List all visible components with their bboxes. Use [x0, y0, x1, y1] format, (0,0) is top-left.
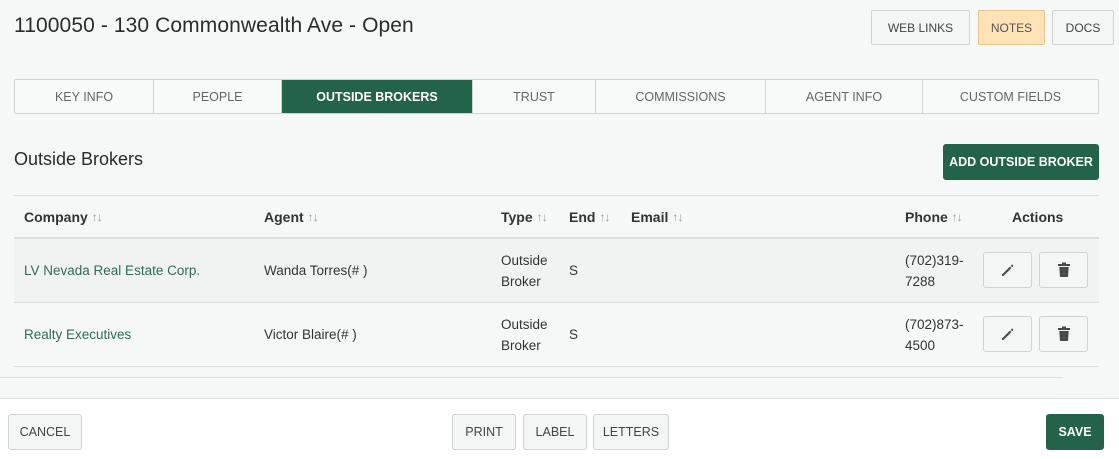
sort-icon: ↑↓: [307, 209, 319, 224]
tab-bar: KEY INFO PEOPLE OUTSIDE BROKERS TRUST CO…: [14, 79, 1099, 114]
column-header-actions: Actions: [1012, 208, 1064, 225]
sort-icon: ↑↓: [951, 209, 963, 224]
agent-cell: Victor Blaire(# ): [264, 327, 357, 342]
sort-icon: ↑↓: [672, 209, 683, 224]
column-header-agent[interactable]: Agent ↑↓: [264, 196, 319, 237]
tab-commissions[interactable]: COMMISSIONS: [596, 80, 766, 113]
type-cell: Outside Broker: [501, 252, 548, 289]
tab-key-info[interactable]: KEY INFO: [15, 80, 154, 113]
print-button[interactable]: PRINT: [452, 414, 516, 450]
sort-icon: ↑↓: [91, 209, 103, 224]
column-header-phone[interactable]: Phone ↑↓: [905, 196, 963, 237]
add-outside-broker-button[interactable]: ADD OUTSIDE BROKER: [943, 144, 1099, 180]
sort-icon: ↑↓: [536, 209, 548, 224]
sort-icon: ↑↓: [599, 209, 610, 224]
table-row: LV Nevada Real Estate Corp. Wanda Torres…: [14, 239, 1099, 303]
trash-icon: [1057, 326, 1070, 341]
column-header-company[interactable]: Company ↑↓: [24, 196, 103, 237]
company-link[interactable]: LV Nevada Real Estate Corp.: [24, 239, 200, 302]
edit-button[interactable]: [983, 252, 1032, 288]
notes-button[interactable]: NOTES: [978, 10, 1045, 45]
pencil-icon: [1001, 264, 1014, 276]
docs-button[interactable]: DOCS: [1052, 10, 1114, 45]
company-link[interactable]: Realty Executives: [24, 303, 131, 366]
save-button[interactable]: SAVE: [1046, 414, 1104, 450]
edit-button[interactable]: [983, 316, 1032, 352]
end-cell: S: [569, 263, 579, 278]
end-cell: S: [569, 327, 579, 342]
delete-button[interactable]: [1039, 316, 1088, 352]
delete-button[interactable]: [1039, 252, 1088, 288]
phone-cell: (702)873-4500: [905, 316, 964, 353]
table-row: Realty Executives Victor Blaire(# ) Outs…: [14, 303, 1099, 367]
pencil-icon: [1001, 328, 1014, 340]
trash-icon: [1057, 262, 1070, 277]
tab-trust[interactable]: TRUST: [473, 80, 596, 113]
column-header-type[interactable]: Type ↑↓: [501, 196, 548, 237]
outside-brokers-table: Company ↑↓ Agent ↑↓ Type ↑↓ End ↑↓ Email ↑↓ P…: [14, 195, 1099, 367]
letters-button[interactable]: LETTERS: [593, 414, 669, 450]
section-title: Outside Brokers: [14, 149, 144, 169]
label-button[interactable]: LABEL: [523, 414, 587, 450]
footer-bar: CANCEL PRINT LABEL LETTERS SAVE: [0, 398, 1119, 459]
column-header-email[interactable]: Email ↑↓: [631, 196, 683, 237]
table-header: Company ↑↓ Agent ↑↓ Type ↑↓ End ↑↓ Email ↑↓ P…: [14, 195, 1099, 239]
section-divider: [0, 377, 1063, 378]
cancel-button[interactable]: CANCEL: [8, 414, 82, 450]
web-links-button[interactable]: WEB LINKS: [871, 10, 970, 45]
tab-custom-fields[interactable]: CUSTOM FIELDS: [923, 80, 1098, 113]
type-cell: Outside Broker: [501, 316, 548, 353]
agent-cell: Wanda Torres(# ): [264, 263, 368, 278]
tab-agent-info[interactable]: AGENT INFO: [766, 80, 923, 113]
page-title: 1100050 - 130 Commonwealth Ave - Open: [14, 14, 414, 37]
phone-cell: (702)319-7288: [905, 252, 964, 289]
tab-outside-brokers[interactable]: OUTSIDE BROKERS: [282, 80, 473, 113]
column-header-end[interactable]: End ↑↓: [569, 196, 610, 237]
tab-people[interactable]: PEOPLE: [154, 80, 282, 113]
